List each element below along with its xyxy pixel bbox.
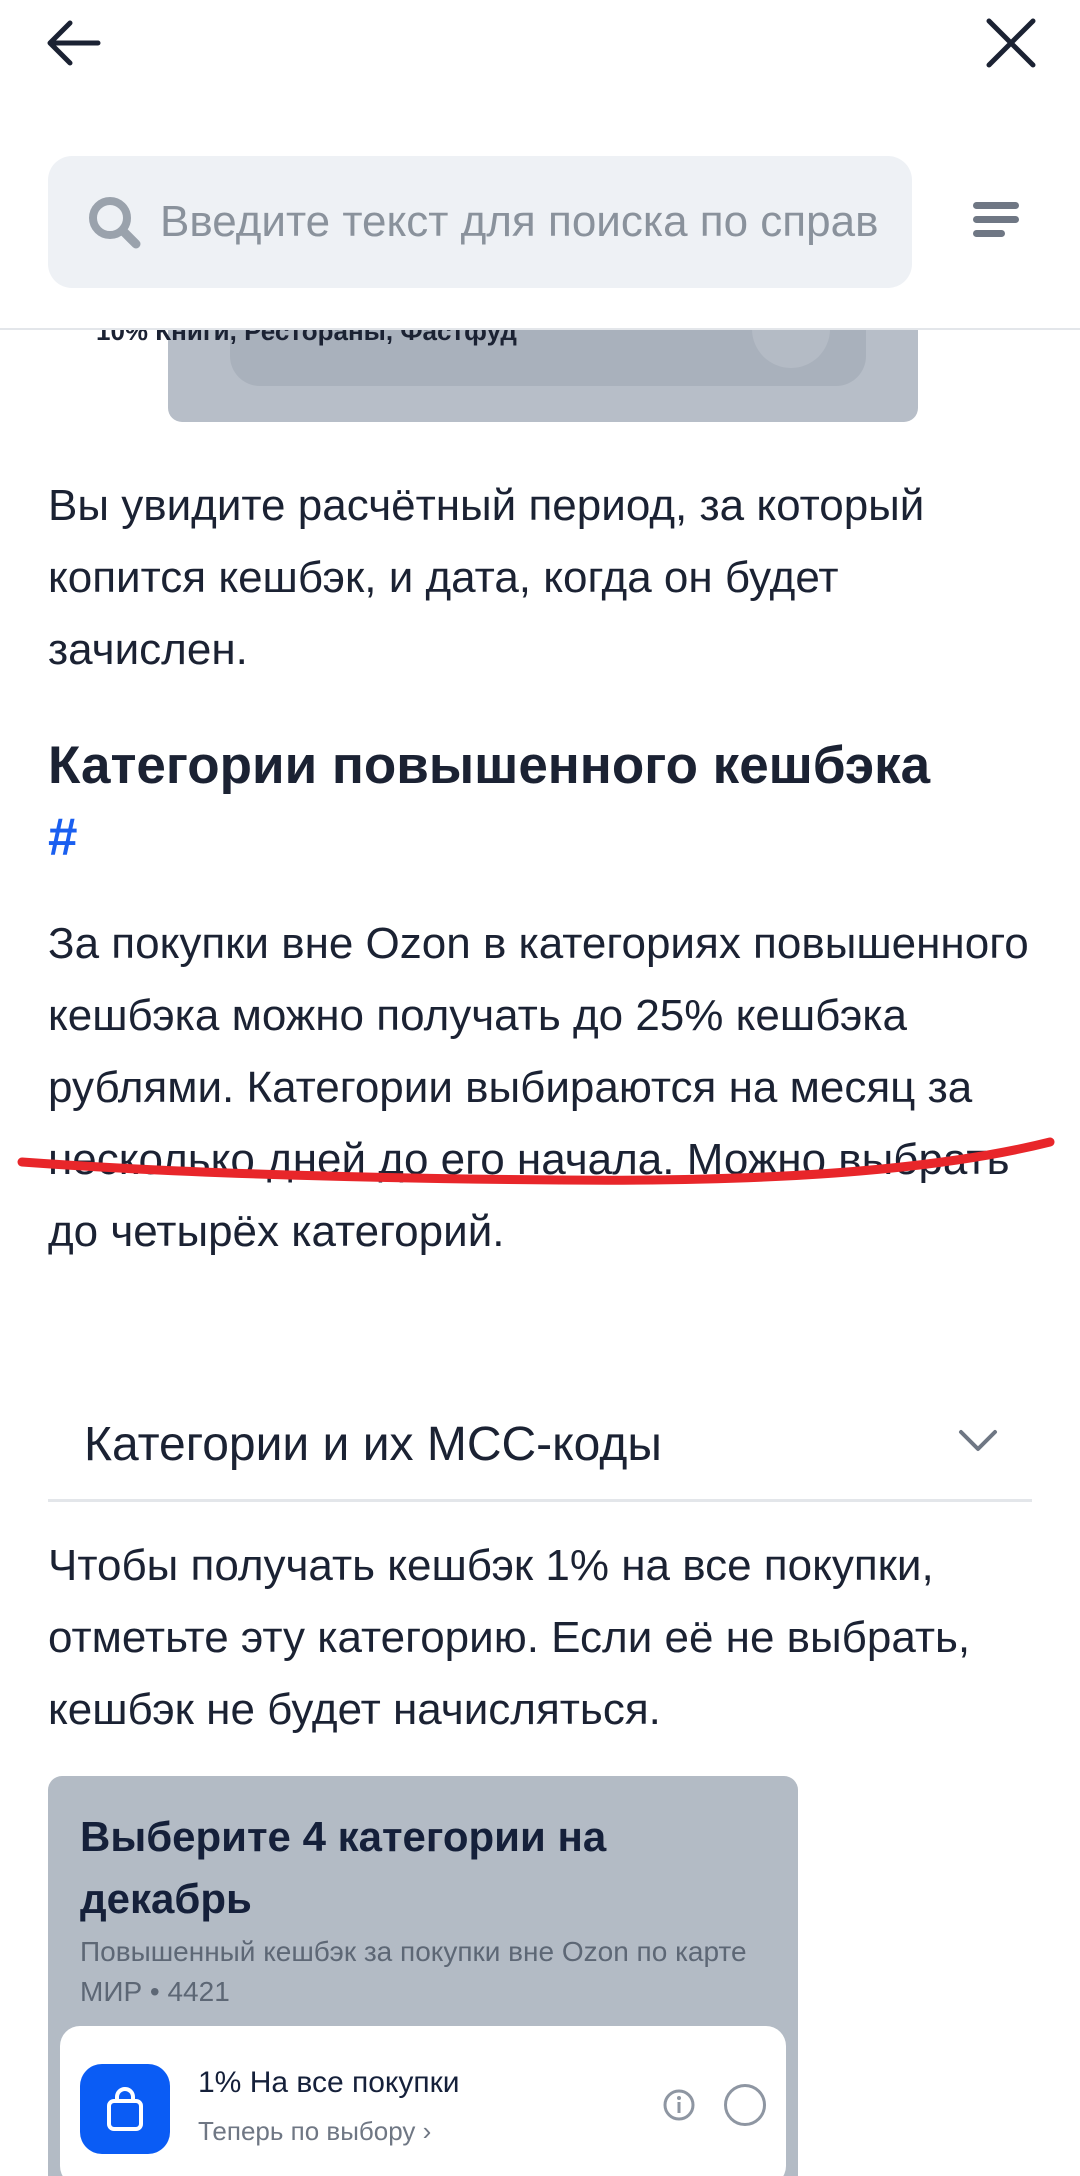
- category-radio: [724, 2084, 766, 2126]
- header: [0, 0, 1080, 330]
- menu-button[interactable]: [956, 180, 1036, 260]
- search-input[interactable]: [160, 197, 880, 247]
- arrow-left-icon: [47, 20, 101, 66]
- close-icon: [986, 18, 1036, 68]
- search-bar[interactable]: [48, 156, 912, 288]
- back-button[interactable]: [30, 0, 116, 86]
- shopping-bag-icon: [80, 2064, 170, 2154]
- info-icon: [662, 2088, 696, 2127]
- category-item-title: 1% На все покупки: [198, 2066, 460, 2099]
- promo-subtitle: Повышенный кешбэк за покупки вне Ozon по…: [80, 1936, 747, 2007]
- search-icon: [89, 197, 141, 249]
- close-button[interactable]: [968, 0, 1054, 86]
- menu-icon: [973, 202, 1019, 237]
- chevron-down-icon: [958, 1428, 998, 1459]
- paragraph-period: Вы увидите расчётный период, за который …: [48, 481, 925, 674]
- paragraph-categories: За покупки вне Ozon в категориях повышен…: [48, 919, 1029, 1256]
- section-heading-text: Категории повышенного кешбэка: [48, 736, 931, 795]
- promo-title: Выберите 4 категории на декабрь: [80, 1813, 607, 1922]
- section-heading: Категории повышенного кешбэка #: [48, 730, 1048, 874]
- category-item: 1% На все покупки Теперь по выбору ›: [60, 2026, 786, 2176]
- category-item-subtitle: Теперь по выбору ›: [198, 2116, 432, 2146]
- accordion-title: Категории и их MCC-коды: [84, 1418, 662, 1471]
- category-selection-screenshot: Выберите 4 категории на декабрь Повышенн…: [48, 1776, 798, 2176]
- mcc-codes-accordion[interactable]: Категории и их MCC-коды: [48, 1390, 1032, 1502]
- anchor-link[interactable]: #: [48, 802, 1048, 874]
- paragraph-one-percent: Чтобы получать кешбэк 1% на все покупки,…: [48, 1541, 971, 1734]
